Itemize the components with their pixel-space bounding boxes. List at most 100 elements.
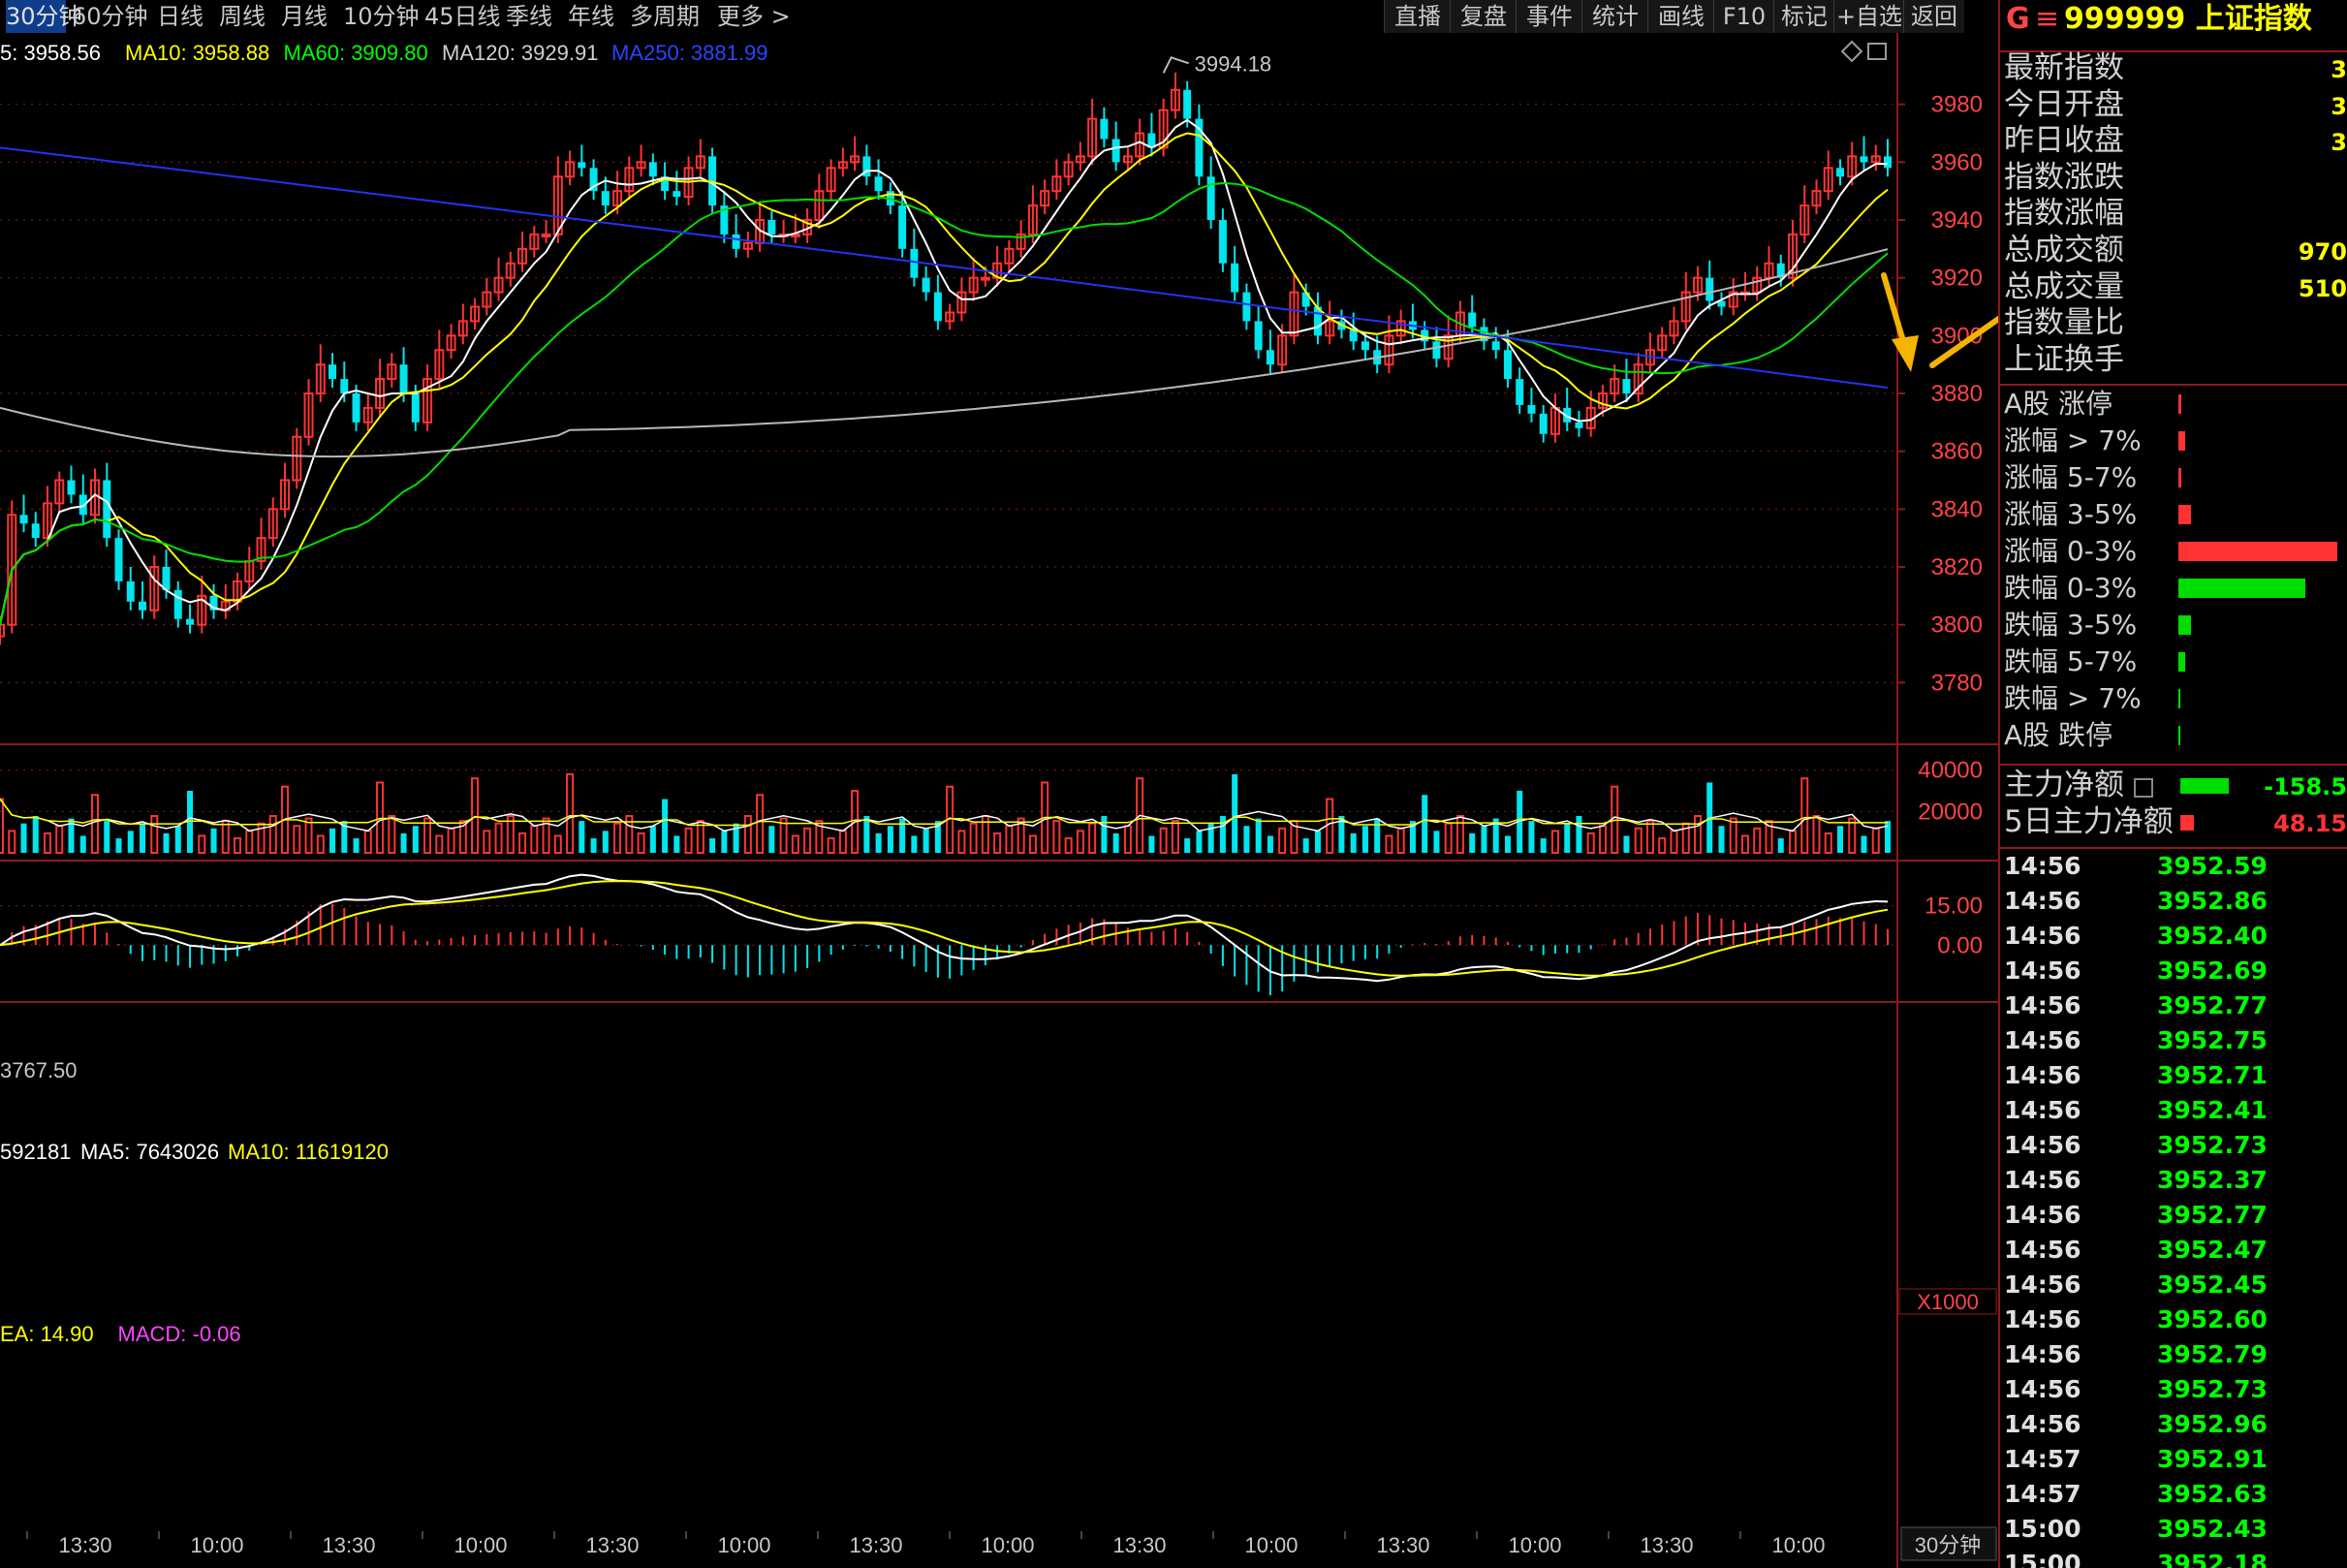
- candle: [1575, 422, 1583, 428]
- stat-label: 上证换手: [2004, 341, 2124, 377]
- volume-legend: MA5: 7643026: [80, 1140, 219, 1164]
- distribution-label: A股 涨停: [2004, 388, 2113, 420]
- tool-button[interactable]: 事件: [1516, 0, 1582, 33]
- volume-bar: [471, 777, 480, 855]
- period-tab[interactable]: 周线: [219, 0, 275, 33]
- candle: [1835, 168, 1844, 177]
- tick-price: 3952.59: [2157, 852, 2268, 880]
- macd-legend: EA: 14.90: [0, 1322, 94, 1346]
- distribution-label: 跌幅 > 7%: [2004, 682, 2142, 714]
- tick-time: 14:56: [2004, 852, 2081, 880]
- tick-time: 14:56: [2004, 1166, 2081, 1194]
- volume-bar: [210, 828, 217, 853]
- volume-bar: [662, 799, 669, 853]
- main-net-5d-value: 48.15: [2273, 810, 2347, 837]
- tick-row: 14:56 3952.40: [2000, 919, 2347, 954]
- volume-bar: [1088, 822, 1097, 854]
- period-tab[interactable]: 45日线: [424, 0, 501, 33]
- tick-price: 3952.73: [2157, 1375, 2268, 1403]
- volume-unit: X1000: [1917, 1290, 1979, 1314]
- panel-letter[interactable]: G: [2006, 0, 2030, 39]
- tick-row: 14:56 3952.69: [2000, 954, 2347, 988]
- volume-bar: [483, 830, 491, 854]
- time-label: 10:00: [1771, 1533, 1825, 1557]
- volume-bar: [530, 825, 539, 854]
- panel-title: 999999 上证指数: [2064, 2, 2312, 36]
- candle: [1884, 156, 1892, 169]
- volume-bar: [79, 835, 86, 853]
- volume-bar: [304, 817, 313, 855]
- volume-bar: [1101, 816, 1108, 853]
- volume-bar: [1824, 831, 1832, 854]
- period-tab[interactable]: 更多 >: [717, 0, 795, 33]
- distribution-bar: [2178, 542, 2337, 561]
- volume-bar: [887, 826, 893, 853]
- candle: [103, 480, 111, 539]
- distribution-bar: [2178, 505, 2192, 524]
- volume-bar: [590, 838, 597, 853]
- volume-bar: [579, 821, 585, 853]
- candle: [139, 601, 147, 611]
- volume-bar: [1422, 795, 1428, 853]
- tick-time: 14:56: [2004, 1305, 2081, 1333]
- tick-row: 15:00 3952.18: [2000, 1547, 2347, 1568]
- diamond-icon[interactable]: [1840, 40, 1863, 63]
- period-indicator-label: 30分钟: [1915, 1533, 1981, 1557]
- volume-bar: [245, 830, 254, 854]
- tool-button[interactable]: +自选: [1833, 0, 1904, 33]
- volume-bar: [1481, 826, 1487, 853]
- dif-line: [0, 873, 1889, 983]
- list-icon[interactable]: [2134, 778, 2153, 798]
- menu-icon[interactable]: ≡: [2035, 0, 2059, 39]
- volume-bar: [1350, 832, 1357, 853]
- volume-bar: [803, 827, 812, 854]
- period-tab[interactable]: 30分钟: [6, 0, 82, 33]
- tick-row: 14:56 3952.47: [2000, 1233, 2347, 1268]
- time-label: 10:00: [454, 1533, 507, 1557]
- panel-toggle-icon[interactable]: [1867, 43, 1887, 60]
- volume-bar: [55, 825, 64, 854]
- distribution-label: A股 跌停: [2004, 719, 2113, 751]
- volume-bar: [791, 834, 799, 854]
- tick-time: 14:56: [2004, 1026, 2081, 1054]
- volume-bar: [1123, 825, 1132, 854]
- candle: [601, 191, 610, 206]
- dea-line: [0, 880, 1889, 977]
- volume-bar: [1848, 817, 1857, 855]
- tool-button[interactable]: F10: [1713, 0, 1774, 33]
- candle: [1218, 220, 1227, 264]
- distribution-bar: [2178, 394, 2182, 414]
- tick-time: 14:56: [2004, 1061, 2081, 1089]
- candle: [910, 248, 919, 278]
- period-tab[interactable]: 多周期: [630, 0, 711, 33]
- period-tab[interactable]: 月线: [281, 0, 337, 33]
- volume-bar: [721, 831, 728, 853]
- price-tick-label: 3960: [1931, 149, 1983, 175]
- period-tab[interactable]: 日线: [157, 0, 213, 33]
- annotation-arrow-head: [1892, 335, 1919, 372]
- volume-bar: [863, 816, 870, 853]
- volume-bar: [1623, 835, 1630, 853]
- main-net-5d-label: 5日主力净额: [2004, 804, 2174, 839]
- stat-label: 指数量比: [2004, 305, 2124, 341]
- tool-button[interactable]: 画线: [1647, 0, 1714, 33]
- stat-value: 3: [2331, 92, 2347, 120]
- period-tab[interactable]: 季线: [506, 0, 562, 33]
- volume-bar: [1645, 820, 1654, 854]
- period-tab[interactable]: 60分钟: [72, 0, 151, 33]
- tool-button[interactable]: 标记: [1773, 0, 1834, 33]
- volume-bar: [1455, 815, 1464, 855]
- volume-bar: [1598, 825, 1607, 854]
- tick-row: 14:56 3952.75: [2000, 1023, 2347, 1058]
- tool-button[interactable]: 返回: [1903, 0, 1964, 33]
- period-tab[interactable]: 10分钟: [343, 0, 420, 33]
- tick-price: 3952.63: [2157, 1480, 2268, 1508]
- price-tick-label: 3940: [1931, 207, 1983, 234]
- tool-button[interactable]: 直播: [1384, 0, 1451, 33]
- candle: [67, 480, 76, 495]
- period-tab[interactable]: 年线: [568, 0, 624, 33]
- candle: [673, 191, 681, 198]
- volume-bar: [44, 831, 52, 854]
- tool-button[interactable]: 复盘: [1450, 0, 1517, 33]
- tool-button[interactable]: 统计: [1581, 0, 1648, 33]
